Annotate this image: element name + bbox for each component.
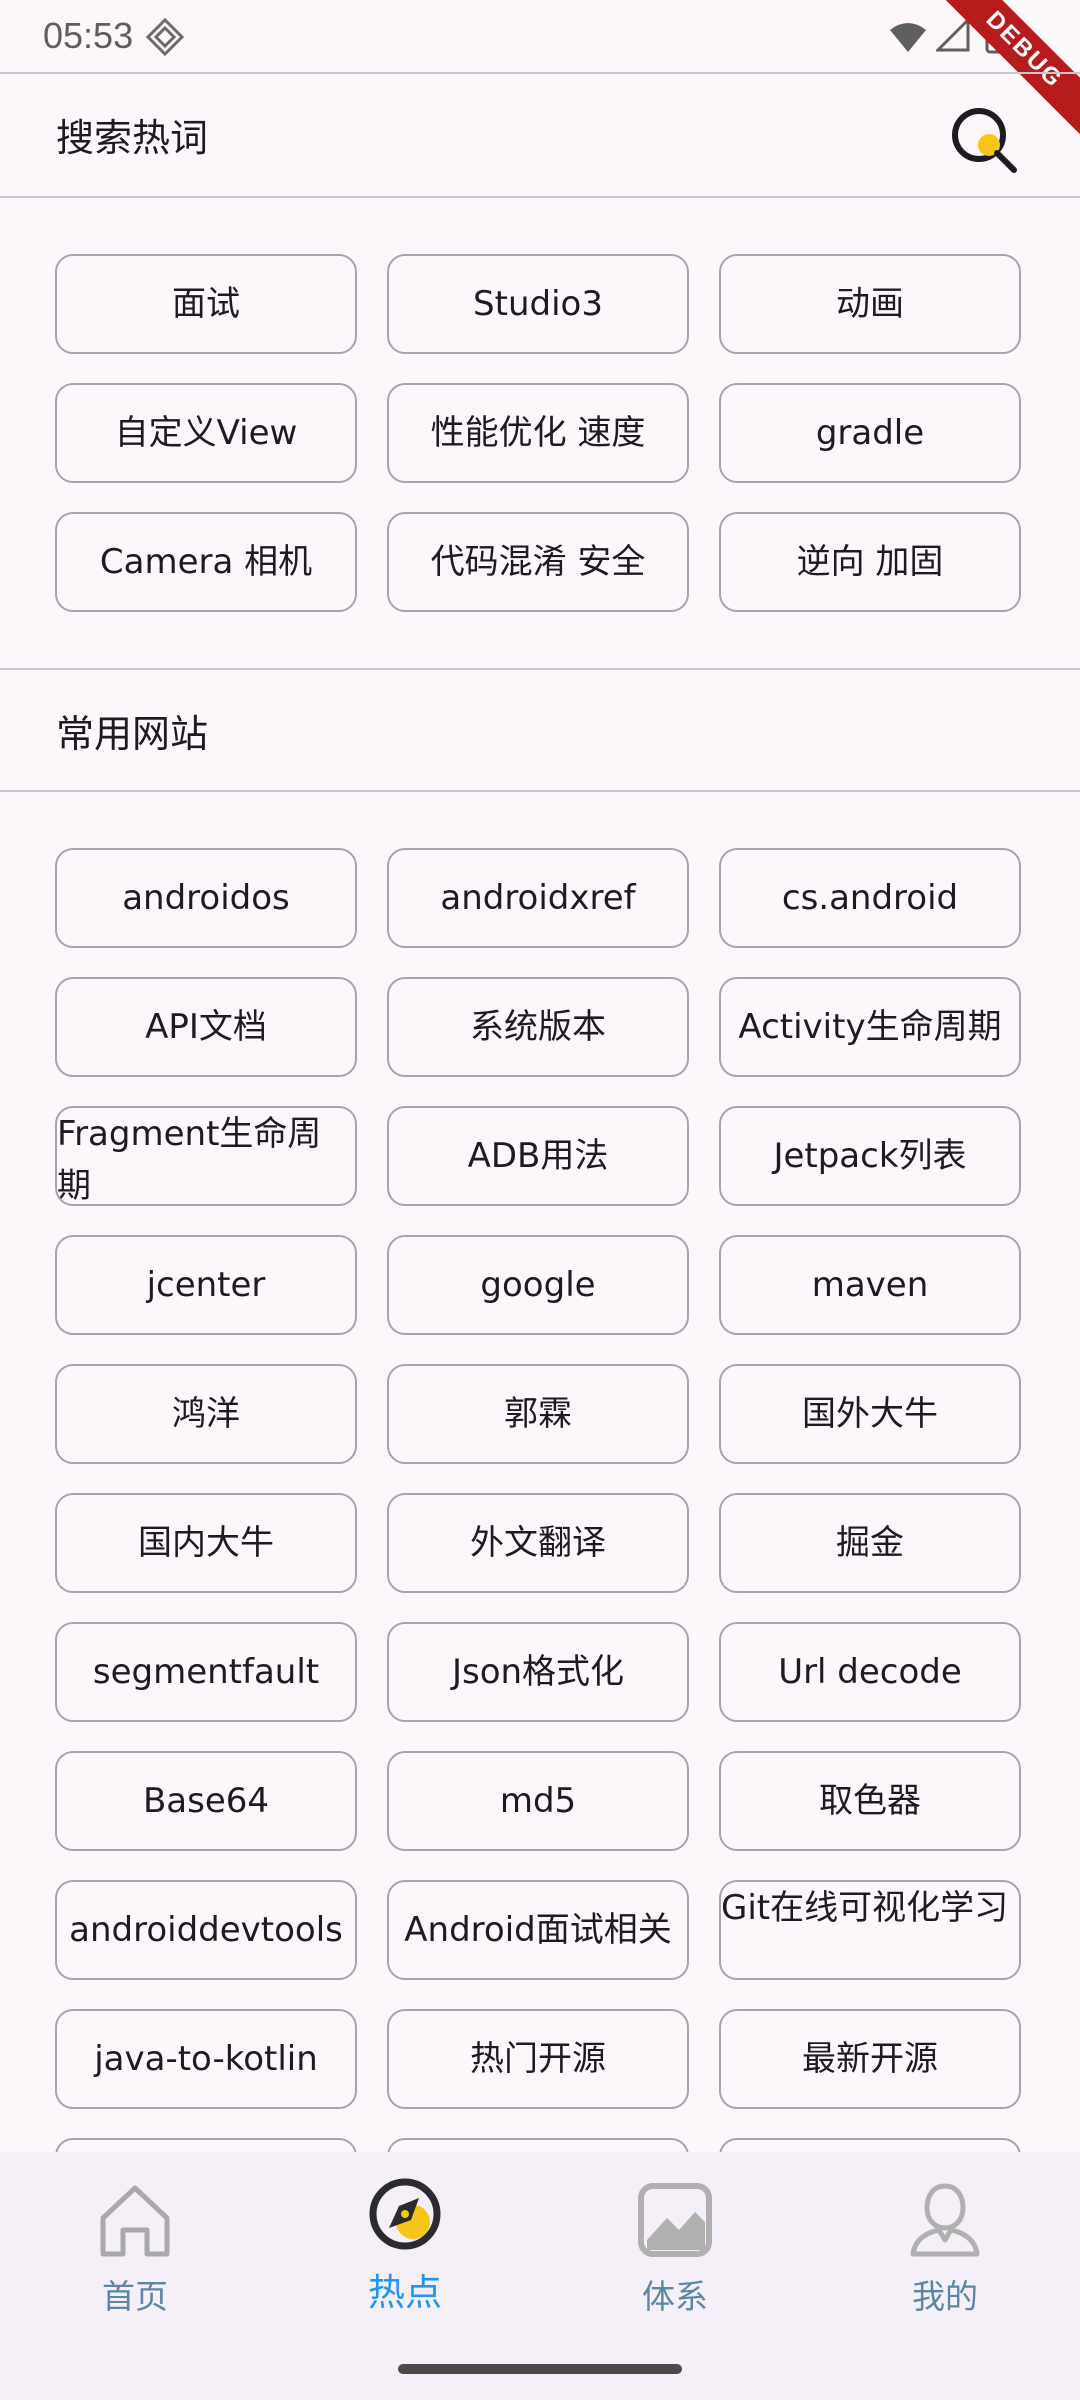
website-chip[interactable]: Activity生命周期: [719, 977, 1021, 1077]
hot-search-chip[interactable]: gradle: [719, 383, 1021, 483]
website-chip[interactable]: google: [387, 1235, 689, 1335]
hot-search-chip[interactable]: 逆向 加固: [719, 512, 1021, 612]
nav-hot-label: 热点: [368, 2271, 442, 2314]
website-chip[interactable]: Fragment生命周期: [55, 1106, 357, 1206]
nav-mine-label: 我的: [912, 2277, 978, 2316]
website-chip[interactable]: androidxref: [387, 848, 689, 948]
wifi-icon: [890, 23, 926, 52]
website-chip[interactable]: 取色器: [719, 1751, 1021, 1851]
hot-search-chip[interactable]: 动画: [719, 254, 1021, 354]
compass-icon: [369, 2178, 441, 2250]
website-chip[interactable]: md5: [387, 1751, 689, 1851]
divider: [0, 668, 1080, 670]
hot-search-chip[interactable]: Studio3: [387, 254, 689, 354]
hot-search-chip[interactable]: 性能优化 速度: [387, 383, 689, 483]
nav-system[interactable]: 体系: [540, 2152, 810, 2352]
website-chip[interactable]: 外文翻译: [387, 1493, 689, 1593]
search-icon[interactable]: [944, 98, 1024, 178]
divider: [0, 196, 1080, 198]
divider: [0, 790, 1080, 792]
divider: [0, 72, 1080, 74]
website-chip[interactable]: 掘金: [719, 1493, 1021, 1593]
app-notification-icon: [146, 18, 184, 56]
website-chip[interactable]: maven: [719, 1235, 1021, 1335]
websites-grid: androidos androidxref cs.android API文档 系统版本 A…: [55, 848, 1025, 2248]
home-icon: [100, 2185, 170, 2257]
website-chip[interactable]: ADB用法: [387, 1106, 689, 1206]
website-chip[interactable]: Base64: [55, 1751, 357, 1851]
status-time: 05:53: [43, 15, 134, 56]
nav-hot[interactable]: 热点: [270, 2152, 540, 2352]
website-chip[interactable]: 国外大牛: [719, 1364, 1021, 1464]
website-chip[interactable]: 郭霖: [387, 1364, 689, 1464]
status-bar: 05:53: [0, 0, 1080, 72]
website-chip[interactable]: cs.android: [719, 848, 1021, 948]
website-chip[interactable]: 系统版本: [387, 977, 689, 1077]
hot-search-grid: 面试 Studio3 动画自定义View 性能优化 速度 gradle Camera 相机…: [55, 254, 1025, 614]
image-icon: [638, 2183, 712, 2257]
websites-header: 常用网站: [0, 674, 1080, 794]
website-chip[interactable]: 鸿洋: [55, 1364, 357, 1464]
website-chip[interactable]: API文档: [55, 977, 357, 1077]
hot-search-header: 搜索热词: [0, 78, 1080, 198]
nav-home[interactable]: 首页: [0, 2152, 270, 2352]
website-chip[interactable]: 国内大牛: [55, 1493, 357, 1593]
website-chip[interactable]: java-to-kotlin: [55, 2009, 357, 2109]
bottom-navigation: 首页 热点 体系 我的: [0, 2152, 1080, 2400]
website-chip[interactable]: androiddevtools: [55, 1880, 357, 1980]
screen: 05:53 DEBUG 搜索热词 面试 Studio3 动画 自定义View 性能优化 …: [0, 0, 1080, 2400]
nav-home-label: 首页: [102, 2277, 168, 2316]
website-chip[interactable]: jcenter: [55, 1235, 357, 1335]
nav-mine[interactable]: 我的: [810, 2152, 1080, 2352]
websites-title: 常用网站: [56, 712, 209, 756]
website-chip[interactable]: androidos: [55, 848, 357, 948]
hot-search-chip[interactable]: 代码混淆 安全: [387, 512, 689, 612]
website-chip[interactable]: Jetpack列表: [719, 1106, 1021, 1206]
signal-icon: [936, 18, 970, 52]
hot-search-title: 搜索热词: [56, 116, 209, 160]
website-chip[interactable]: Git在线可视化学习: [719, 1880, 1021, 1980]
website-chip[interactable]: segmentfault: [55, 1622, 357, 1722]
website-chip[interactable]: 最新开源: [719, 2009, 1021, 2109]
home-indicator: [398, 2364, 682, 2374]
hot-search-chip[interactable]: 面试: [55, 254, 357, 354]
website-chip[interactable]: Url decode: [719, 1622, 1021, 1722]
website-chip[interactable]: Android面试相关: [387, 1880, 689, 1980]
website-chip[interactable]: Json格式化: [387, 1622, 689, 1722]
hot-search-chip[interactable]: 自定义View: [55, 383, 357, 483]
nav-system-label: 体系: [642, 2277, 708, 2316]
hot-search-chip[interactable]: Camera 相机: [55, 512, 357, 612]
person-icon: [910, 2183, 980, 2257]
website-chip[interactable]: 热门开源: [387, 2009, 689, 2109]
